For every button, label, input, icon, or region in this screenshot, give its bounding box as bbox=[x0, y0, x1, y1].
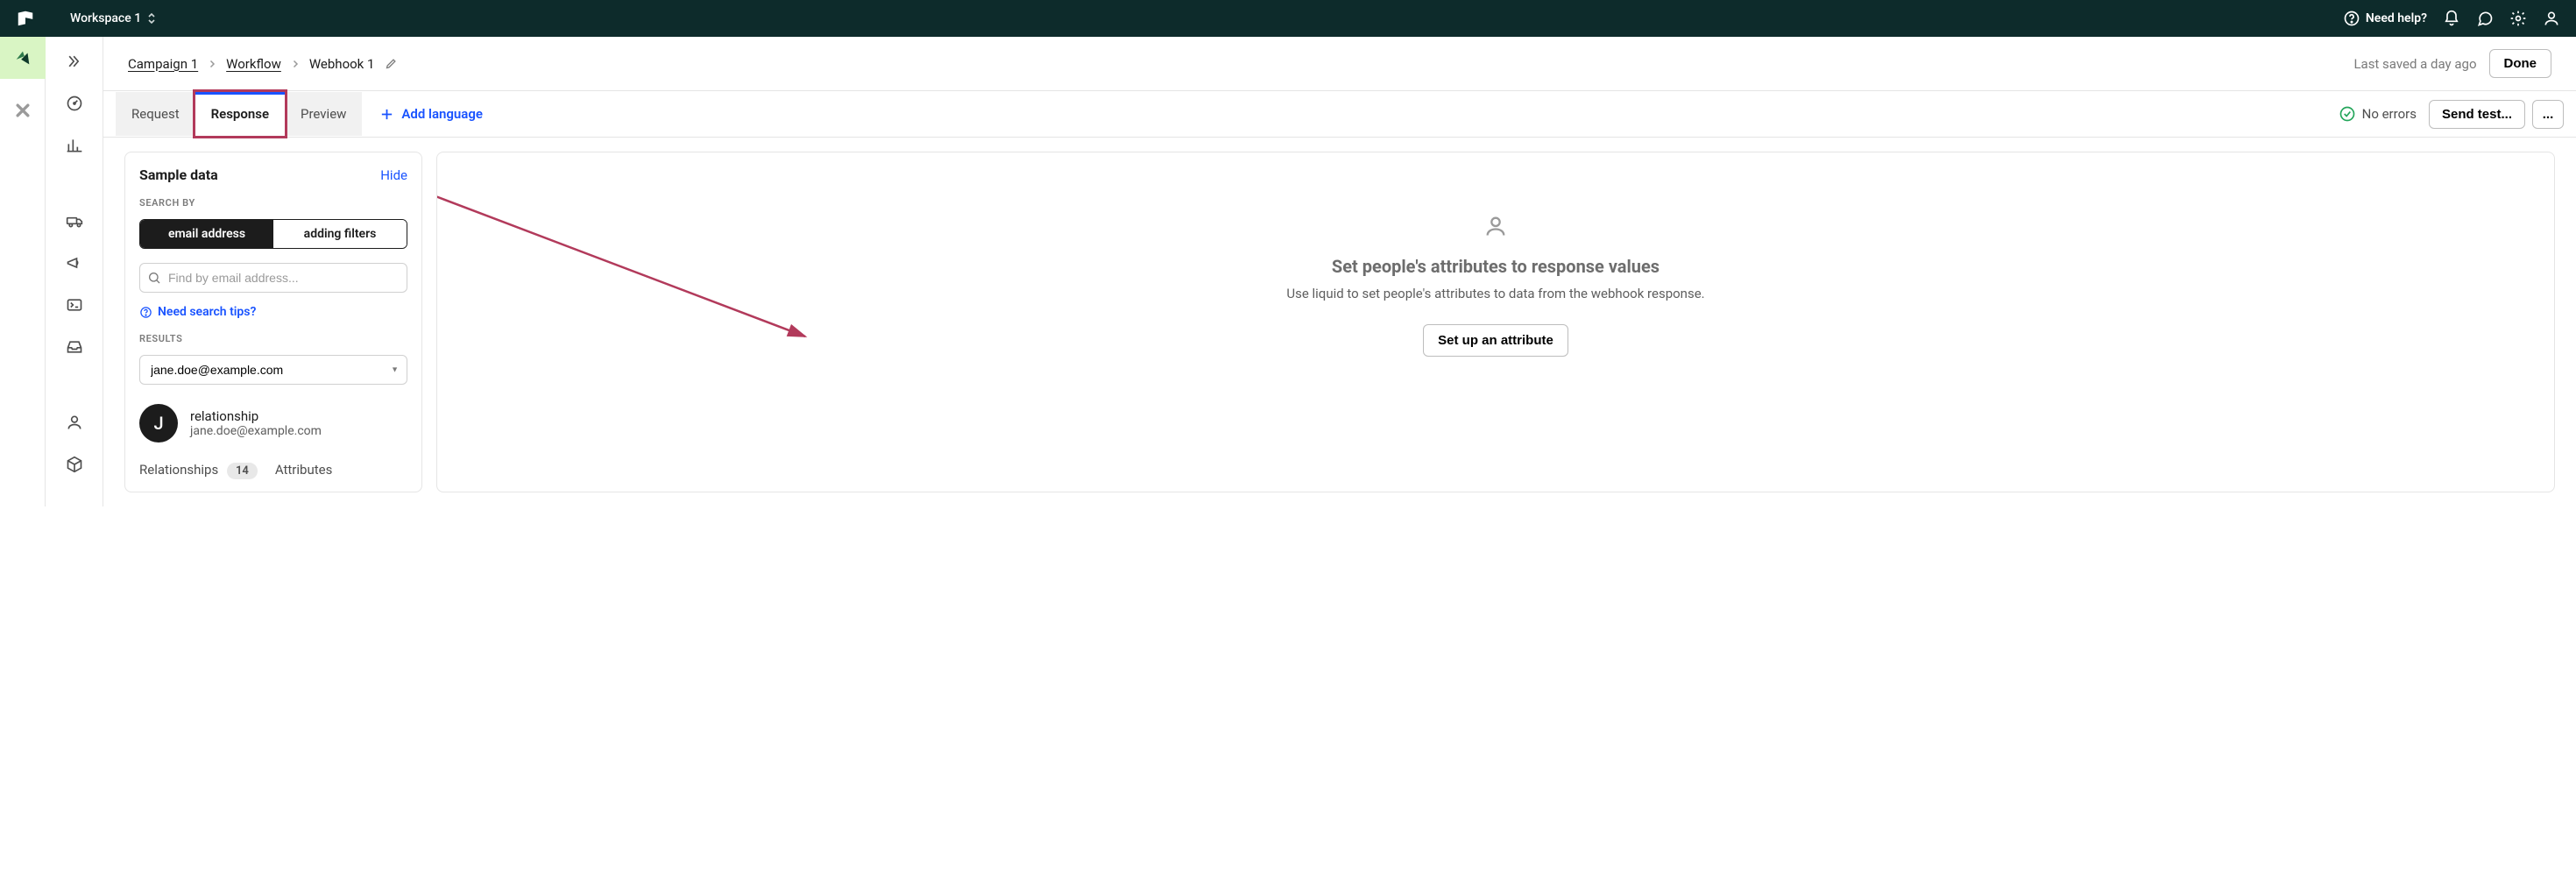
results-select[interactable]: jane.doe@example.com bbox=[139, 355, 407, 385]
need-help-button[interactable]: Need help? bbox=[2343, 10, 2427, 27]
x-icon bbox=[14, 102, 32, 119]
pencil-icon[interactable] bbox=[385, 57, 398, 70]
expand-icon[interactable] bbox=[66, 53, 83, 70]
workspace-name: Workspace 1 bbox=[70, 11, 141, 25]
toggle-email-address[interactable]: email address bbox=[140, 220, 273, 248]
person-subtabs: Relationships 14 Attributes bbox=[139, 462, 407, 478]
chevron-updown-icon bbox=[146, 12, 157, 25]
user-icon[interactable] bbox=[2543, 10, 2560, 27]
leaf-icon bbox=[13, 48, 32, 67]
done-button[interactable]: Done bbox=[2489, 49, 2552, 78]
search-tips-label: Need search tips? bbox=[158, 305, 256, 319]
person-row: J relationship jane.doe@example.com bbox=[139, 404, 407, 443]
app-logo-icon bbox=[16, 9, 35, 28]
avatar: J bbox=[139, 404, 178, 443]
megaphone-icon[interactable] bbox=[66, 254, 83, 272]
person-relationship: relationship bbox=[190, 408, 322, 424]
annotation-arrow bbox=[437, 152, 1313, 459]
rail-cross-item[interactable] bbox=[0, 93, 46, 128]
send-test-button[interactable]: Send test... bbox=[2429, 100, 2525, 129]
subtab-relationships[interactable]: Relationships 14 bbox=[139, 462, 258, 478]
sample-data-title: Sample data bbox=[139, 166, 218, 183]
results-label: RESULTS bbox=[139, 333, 407, 344]
toggle-adding-filters[interactable]: adding filters bbox=[273, 220, 407, 248]
gauge-icon[interactable] bbox=[66, 95, 83, 112]
gear-icon[interactable] bbox=[2509, 10, 2527, 27]
add-language-label: Add language bbox=[401, 106, 483, 122]
bell-icon[interactable] bbox=[2443, 10, 2460, 27]
search-tips-link[interactable]: Need search tips? bbox=[139, 305, 407, 319]
breadcrumb-current: Webhook 1 bbox=[309, 56, 375, 72]
work-area: Sample data Hide SEARCH BY email address… bbox=[103, 138, 2576, 506]
breadcrumb-campaign[interactable]: Campaign 1 bbox=[128, 56, 198, 72]
rail-home-active[interactable] bbox=[0, 37, 46, 79]
sample-data-panel: Sample data Hide SEARCH BY email address… bbox=[124, 152, 422, 492]
subtab-attributes[interactable]: Attributes bbox=[275, 462, 333, 478]
tab-preview[interactable]: Preview bbox=[285, 92, 362, 136]
chevron-right-icon bbox=[207, 59, 217, 69]
need-help-label: Need help? bbox=[2366, 11, 2427, 25]
tab-request[interactable]: Request bbox=[116, 92, 195, 136]
search-icon bbox=[147, 271, 161, 285]
secondary-nav-rail bbox=[46, 37, 103, 506]
breadcrumb: Campaign 1 Workflow Webhook 1 bbox=[128, 56, 398, 72]
bar-chart-icon[interactable] bbox=[66, 137, 83, 154]
last-saved-text: Last saved a day ago bbox=[2353, 56, 2476, 72]
cube-icon[interactable] bbox=[66, 456, 83, 473]
person-large-icon bbox=[1483, 214, 1508, 238]
tab-bar: Request Response Preview Add language No… bbox=[103, 90, 2576, 138]
breadcrumb-workflow[interactable]: Workflow bbox=[226, 56, 281, 72]
chevron-right-icon bbox=[290, 59, 301, 69]
no-errors-indicator: No errors bbox=[2339, 105, 2417, 123]
no-errors-label: No errors bbox=[2362, 106, 2417, 122]
more-button[interactable]: ... bbox=[2532, 100, 2564, 129]
setup-attribute-button[interactable]: Set up an attribute bbox=[1423, 324, 1568, 357]
relationships-count-badge: 14 bbox=[227, 463, 258, 479]
search-by-label: SEARCH BY bbox=[139, 197, 407, 209]
main-panel-subtitle: Use liquid to set people's attributes to… bbox=[1286, 286, 1704, 301]
tab-response[interactable]: Response bbox=[195, 92, 285, 136]
subtab-relationships-label: Relationships bbox=[139, 462, 218, 478]
workspace-selector[interactable]: Workspace 1 bbox=[70, 11, 157, 25]
search-input[interactable] bbox=[139, 263, 407, 293]
person-email: jane.doe@example.com bbox=[190, 424, 322, 438]
add-language-button[interactable]: Add language bbox=[379, 106, 483, 122]
help-circle-icon bbox=[2343, 10, 2360, 27]
person-icon[interactable] bbox=[66, 414, 83, 431]
response-main-panel: Set people's attributes to response valu… bbox=[436, 152, 2555, 492]
main-panel-title: Set people's attributes to response valu… bbox=[1332, 256, 1660, 277]
inbox-icon[interactable] bbox=[66, 338, 83, 356]
plus-icon bbox=[379, 107, 394, 122]
chat-icon[interactable] bbox=[2476, 10, 2494, 27]
search-by-toggle: email address adding filters bbox=[139, 219, 407, 249]
hide-link[interactable]: Hide bbox=[380, 167, 407, 183]
help-circle-icon bbox=[139, 306, 152, 319]
page-header: Campaign 1 Workflow Webhook 1 Last saved… bbox=[103, 37, 2576, 90]
primary-nav-rail bbox=[0, 37, 46, 506]
truck-icon[interactable] bbox=[66, 212, 83, 230]
check-circle-icon bbox=[2339, 105, 2356, 123]
terminal-icon[interactable] bbox=[66, 296, 83, 314]
topbar: Workspace 1 Need help? bbox=[0, 0, 2576, 37]
